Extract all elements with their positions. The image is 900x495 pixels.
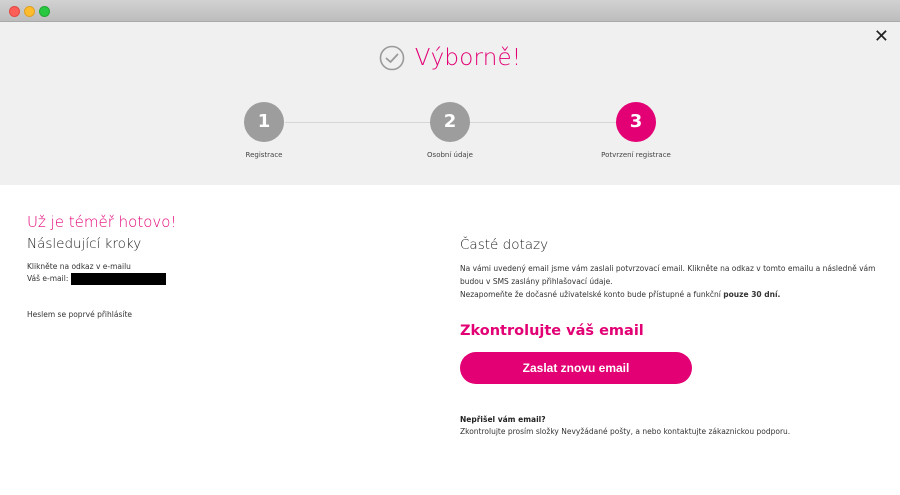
email-row: Váš e-mail: xyxy=(27,273,387,285)
click-link-instruction: Klikněte na odkaz v e-mailu xyxy=(27,262,131,271)
faq-heading: Časté dotazy xyxy=(460,237,549,253)
login-hint: Heslem se poprvé přihlásíte xyxy=(27,310,132,319)
step-number: 1 xyxy=(244,102,284,142)
window-maximize-button[interactable] xyxy=(39,6,50,17)
window-close-button[interactable] xyxy=(9,6,20,17)
resend-email-button[interactable]: Zaslat znovu email xyxy=(460,352,692,384)
email-label: Váš e-mail: xyxy=(27,274,69,283)
step-number: 2 xyxy=(430,102,470,142)
check-email-heading: Zkontrolujte váš email xyxy=(460,323,644,339)
next-steps-heading: Následující kroky xyxy=(27,236,142,252)
window-titlebar xyxy=(0,0,900,22)
faq-note: Nezapomeňte že dočasné uživatelské konto… xyxy=(460,290,724,299)
main-content: Už je téměř hotovo! Následující kroky Kl… xyxy=(0,185,900,495)
faq-paragraph: Na vámi uvedený email jsme vám zaslali p… xyxy=(460,264,876,286)
check-circle-icon xyxy=(379,45,404,71)
close-icon[interactable]: ✕ xyxy=(874,28,889,46)
step-label: Registrace xyxy=(245,151,283,159)
step-osobni-udaje: 2 Osobní údaje xyxy=(390,102,510,159)
faq-note-bold: pouze 30 dní. xyxy=(723,290,781,299)
page-title: Výborně! xyxy=(414,45,522,71)
step-registrace: 1 Registrace xyxy=(204,102,324,159)
next-steps-panel: Už je téměř hotovo! Následující kroky Kl… xyxy=(27,213,387,321)
almost-done-heading: Už je téměř hotovo! xyxy=(27,213,177,231)
no-email-text: Zkontrolujte prosím složky Nevyžádané po… xyxy=(460,427,791,436)
step-label: Potvrzení registrace xyxy=(601,151,671,159)
no-email-title: Nepřišel vám email? xyxy=(460,415,546,424)
step-label: Osobní údaje xyxy=(427,151,473,159)
success-header: Výborně! xyxy=(0,45,900,75)
faq-text: Na vámi uvedený email jsme vám zaslali p… xyxy=(460,262,880,301)
step-potvrzeni-registrace: 3 Potvrzení registrace xyxy=(576,102,696,159)
progress-steps: 1 Registrace 2 Osobní údaje 3 Potvrzení … xyxy=(0,102,900,162)
step-number: 3 xyxy=(616,102,656,142)
redacted-email xyxy=(71,273,167,285)
faq-panel: Časté dotazy Na vámi uvedený email jsme … xyxy=(460,237,880,436)
window-minimize-button[interactable] xyxy=(24,6,35,17)
